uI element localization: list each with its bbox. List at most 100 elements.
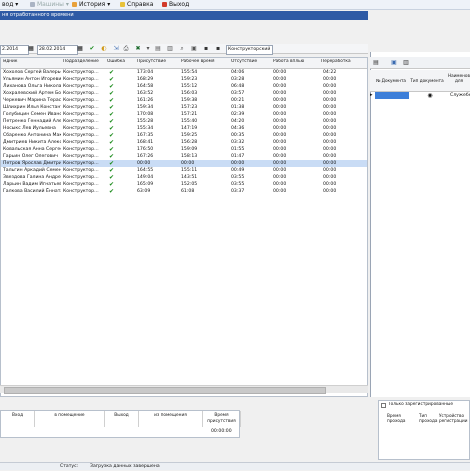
ok-check-icon: ✔ <box>109 90 115 97</box>
table-row[interactable]: Галкова Василий Ённата Конструктор… ✔ 63:09… <box>1 188 367 195</box>
table-row[interactable]: Петренко Геннадий Алек Конструктор… ✔ 155:2… <box>1 118 367 125</box>
column-header-doc-type[interactable]: Тип документа <box>410 78 444 83</box>
cell-plan: 00:00 <box>273 105 287 110</box>
ok-check-icon: ✔ <box>109 83 115 90</box>
export-icon[interactable]: ⇲ <box>112 45 120 53</box>
doc-number-cell[interactable] <box>375 92 409 99</box>
table-row[interactable]: Носыкс Лев Иульевна Конструктор… ✔ 155:34 14… <box>1 125 367 132</box>
column-header-into-room[interactable]: в помещение <box>35 411 105 427</box>
table-row[interactable]: Тальгин Аркадий Семен Конструктор… ✔ 164:55… <box>1 167 367 174</box>
table-row[interactable]: Сбаренко Антонина Мака Конструктор… ✔ 167:3… <box>1 132 367 139</box>
cell-present: 167:26 <box>137 154 154 159</box>
filter-toolbar: 2.2014 ▦ 28.02.2014 ▦ ✔ ◐ ⇲ ⎙ ✖ ▾ ▤ ▥ ⌕ … <box>0 44 368 55</box>
cell-plan: 00:00 <box>273 84 287 89</box>
cell-absent: 00:21 <box>231 98 245 103</box>
document-row[interactable]: ▸ ◉ Служебн <box>370 92 470 99</box>
ok-check-icon: ✔ <box>109 160 115 167</box>
excel-icon[interactable]: ✖ <box>134 45 142 53</box>
cell-dept: Конструктор… <box>63 105 99 110</box>
new-document-icon[interactable]: ▤ <box>372 59 380 67</box>
cell-dept: Конструктор… <box>63 140 99 145</box>
cell-plan: 00:00 <box>273 147 287 152</box>
column-header-entry[interactable]: Вход <box>1 411 35 427</box>
calendar-icon[interactable]: ▦ <box>27 45 35 53</box>
cell-name: Сбаренко Антонина Мака <box>3 133 61 138</box>
cell-absent: 00:00 <box>231 161 245 166</box>
dropdown-icon[interactable]: ▾ <box>144 45 152 53</box>
menu-item-exit[interactable]: Выход <box>162 1 189 9</box>
column-header-pass-time[interactable]: Время прохода <box>387 413 413 423</box>
refresh-icon[interactable]: ◐ <box>100 45 108 53</box>
registrations-panel: Только зарегистрированные Время прохода … <box>378 400 470 460</box>
table-row[interactable]: Дмитриев Никита Алекс Конструктор… ✔ 168:41… <box>1 139 367 146</box>
table-row[interactable]: Хохолов Сергей Валерьев Конструктор… ✔ 173:… <box>1 69 367 76</box>
menu-item-cars[interactable]: Машины ▾ <box>30 1 69 9</box>
ok-check-icon: ✔ <box>109 125 115 132</box>
menu-item-enter[interactable]: вод ▾ <box>2 1 18 9</box>
column-header-doc-number[interactable]: № Документа <box>374 78 408 83</box>
column-header-doc-name[interactable]: Наименование для <box>448 73 470 83</box>
registered-only-checkbox[interactable] <box>381 403 386 408</box>
date-from-field[interactable]: 2.2014 <box>0 45 29 55</box>
table-row[interactable]: Ларьин Вадим Игнатьев Конструктор… ✔ 165:09… <box>1 181 367 188</box>
grid-view-icon[interactable]: ▤ <box>154 45 162 53</box>
column-header-pass-type[interactable]: Тип прохода <box>419 413 437 423</box>
cell-over: 00:00 <box>323 112 337 117</box>
column-header-name[interactable]: мдник <box>3 59 59 64</box>
column-header-presence-time[interactable]: Время присутствия <box>203 411 241 427</box>
column-header-exit[interactable]: Выход <box>105 411 139 427</box>
table-row[interactable]: Голубицин Семен Иванов Конструктор… ✔ 170:0… <box>1 111 367 118</box>
table-row[interactable]: Звездова Галина Андре Конструктор… ✔ 149:04… <box>1 174 367 181</box>
columns-icon[interactable]: ▪ <box>214 45 222 53</box>
cell-present: 161:26 <box>137 98 154 103</box>
scrollbar-thumb[interactable] <box>4 387 326 394</box>
cell-name: Ларьин Вадим Игнатьев <box>3 182 61 187</box>
department-filter[interactable]: Конструкторский <box>226 45 273 55</box>
column-header-absence[interactable]: Отсутствие <box>231 59 267 64</box>
horizontal-scrollbar[interactable] <box>0 385 368 394</box>
menu-item-history[interactable]: История ▾ <box>72 1 110 9</box>
table-row[interactable]: Лиханова Ольга НиколаевнаКонструктор… ✔ 16… <box>1 83 367 90</box>
column-header-planned[interactable]: Работа вплью <box>273 59 313 64</box>
column-header-department[interactable]: Подразделение <box>63 59 103 64</box>
cell-work: 143:51 <box>181 175 198 180</box>
cell-name: Звездова Галина Андре <box>3 175 61 180</box>
edit-document-icon[interactable]: ▣ <box>390 59 398 67</box>
cell-work: 157:21 <box>181 112 198 117</box>
search-icon[interactable]: ⌕ <box>178 45 186 53</box>
column-header-work-time[interactable]: Рабочее время <box>181 59 221 64</box>
filter-icon[interactable]: ▥ <box>166 45 174 53</box>
record-icon: ◉ <box>427 92 433 99</box>
ok-check-icon: ✔ <box>109 69 115 76</box>
column-header-device[interactable]: Устройство регистрации <box>439 413 469 423</box>
print-icon[interactable]: ⎙ <box>122 45 130 53</box>
column-header-error[interactable]: Ошибка <box>107 59 129 64</box>
ok-check-icon: ✔ <box>109 146 115 153</box>
date-to-field[interactable]: 28.02.2014 <box>37 45 78 55</box>
calendar-icon[interactable]: ▦ <box>76 45 84 53</box>
table-row[interactable]: Гарьин Олег Олегович Конструктор… ✔ 167:26 1… <box>1 153 367 160</box>
cell-dept: Конструктор… <box>63 119 99 124</box>
documents-header: № Документа Тип документа Наименование д… <box>370 70 470 92</box>
presence-time-value: 00:00:00 <box>211 429 232 434</box>
apply-check-icon[interactable]: ✔ <box>88 45 96 53</box>
cell-over: 00:00 <box>323 140 337 145</box>
cell-over: 00:00 <box>323 182 337 187</box>
table-row[interactable]: Петров Ярослав Дмитри Конструктор… ✔ 00:00 0… <box>1 160 367 167</box>
cell-work: 155:40 <box>181 119 198 124</box>
menu-item-help[interactable]: Справка <box>120 1 153 9</box>
delete-document-icon[interactable]: ▥ <box>402 59 410 67</box>
settings-icon[interactable]: ▣ <box>190 45 198 53</box>
column-header-from-room[interactable]: из помещения <box>139 411 203 427</box>
column-header-presence[interactable]: Присутствие <box>137 59 173 64</box>
view-toggle-icon[interactable]: ▪ <box>202 45 210 53</box>
table-row[interactable]: Шлихрин Илья Констант Конструктор… ✔ 159:34… <box>1 104 367 111</box>
table-row[interactable]: Черкевич Марина Терас Конструктор… ✔ 161:26… <box>1 97 367 104</box>
department-filter-value: Конструкторский <box>228 47 271 52</box>
table-row[interactable]: Ковальская Анна Сергеев Конструктор… ✔ 176:… <box>1 146 367 153</box>
column-header-overtime[interactable]: Переработка <box>321 59 361 64</box>
cell-absent: 03:28 <box>231 77 245 82</box>
table-row[interactable]: Хохралевский Артем Бор Конструктор… ✔ 163:5… <box>1 90 367 97</box>
table-row[interactable]: Ульямин Антон Игоревич Конструктор… ✔ 168:2… <box>1 76 367 83</box>
cell-plan: 00:00 <box>273 119 287 124</box>
